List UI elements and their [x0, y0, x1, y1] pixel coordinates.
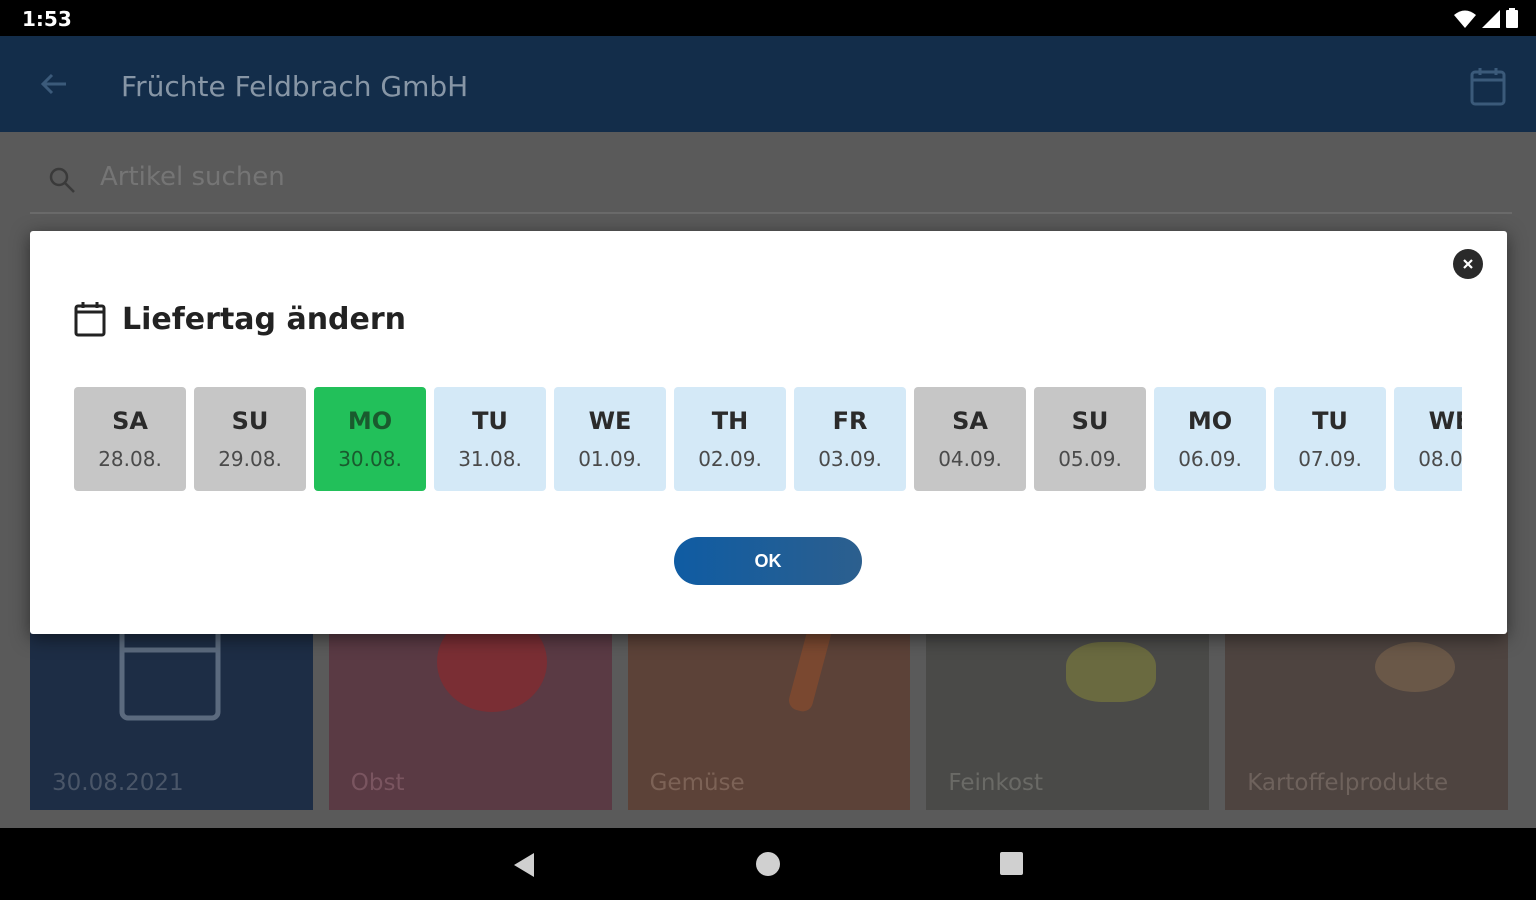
status-bar: 1:53 [0, 0, 1536, 36]
nav-home-icon[interactable] [756, 852, 780, 876]
day-weekday: SA [952, 407, 988, 435]
day-date: 31.08. [458, 447, 522, 471]
day-weekday: TH [711, 407, 749, 435]
delivery-day-dialog: Liefertag ändern SA 28.08. SU 29.08. MO 30.08… [30, 231, 1507, 634]
calendar-large-icon [119, 632, 221, 721]
day-date: 04.09. [938, 447, 1002, 471]
tile-date[interactable]: 30.08.2021 [30, 632, 313, 810]
battery-icon [1506, 8, 1518, 28]
tile-feinkost[interactable]: Feinkost [926, 632, 1210, 810]
day-weekday: WE [1428, 407, 1462, 435]
day-date: 06.09. [1178, 447, 1242, 471]
status-time: 1:53 [22, 7, 72, 31]
day-date: 01.09. [578, 447, 642, 471]
tile-obst[interactable]: Obst [328, 632, 612, 810]
signal-icon [1482, 10, 1500, 28]
day-tile[interactable]: WE 08.09. [1394, 387, 1462, 491]
day-date: 29.08. [218, 447, 282, 471]
dialog-header: Liefertag ändern [74, 301, 406, 337]
day-tile[interactable]: MO 30.08. [314, 387, 426, 491]
day-date: 07.09. [1298, 447, 1362, 471]
day-tile[interactable]: SU 05.09. [1034, 387, 1146, 491]
screen: 1:53 Früchte Feldbrach GmbH Artikel such… [0, 0, 1536, 900]
system-nav-bar [0, 828, 1536, 900]
app-title: Früchte Feldbrach GmbH [121, 70, 469, 103]
day-tile[interactable]: TH 02.09. [674, 387, 786, 491]
search-icon [49, 167, 75, 193]
day-weekday: WE [588, 407, 632, 435]
tile-label: 30.08.2021 [52, 770, 184, 796]
tile-label: Obst [350, 770, 405, 796]
status-icons [1454, 8, 1518, 28]
calendar-icon [74, 302, 106, 337]
close-button[interactable] [1453, 249, 1483, 279]
day-weekday: MO [1187, 407, 1233, 435]
day-tile[interactable]: WE 01.09. [554, 387, 666, 491]
tile-kartoffelprodukte[interactable]: Kartoffelprodukte [1225, 632, 1508, 810]
day-date: 28.08. [98, 447, 162, 471]
tile-label: Feinkost [948, 770, 1044, 796]
day-tile[interactable]: SA 04.09. [914, 387, 1026, 491]
day-tile[interactable]: SU 29.08. [194, 387, 306, 491]
back-arrow-icon[interactable] [38, 68, 70, 100]
day-weekday: TU [1312, 407, 1348, 435]
deli-image [1066, 642, 1157, 702]
day-date: 05.09. [1058, 447, 1122, 471]
app-bar: Früchte Feldbrach GmbH [0, 36, 1536, 132]
fruit-image [436, 632, 547, 712]
calendar-icon[interactable] [1470, 66, 1506, 106]
nav-recents-icon[interactable] [1000, 852, 1023, 875]
potato-image [1375, 642, 1456, 692]
search-input[interactable] [100, 162, 700, 192]
day-weekday: FR [832, 407, 868, 435]
day-strip: SA 28.08. SU 29.08. MO 30.08. TU 31.08. WE 01.09.… [74, 387, 1462, 491]
day-tile[interactable]: FR 03.09. [794, 387, 906, 491]
category-tiles: 30.08.2021 Obst Gemüse Feinkost Kartoffe… [30, 632, 1508, 810]
day-date: 02.09. [698, 447, 762, 471]
day-date: 08.09. [1418, 447, 1462, 471]
day-tile[interactable]: TU 07.09. [1274, 387, 1386, 491]
day-date: 30.08. [338, 447, 402, 471]
ok-button[interactable]: OK [674, 537, 862, 585]
tile-label: Kartoffelprodukte [1247, 770, 1449, 796]
day-weekday: MO [347, 407, 393, 435]
day-weekday: SU [1071, 407, 1109, 435]
wifi-icon [1454, 10, 1476, 28]
vegetable-image [786, 632, 833, 714]
day-date: 03.09. [818, 447, 882, 471]
day-tile[interactable]: TU 31.08. [434, 387, 546, 491]
nav-back-icon[interactable] [512, 852, 536, 878]
day-tile[interactable]: SA 28.08. [74, 387, 186, 491]
day-weekday: SA [112, 407, 148, 435]
dialog-title: Liefertag ändern [122, 301, 407, 337]
close-icon [1463, 259, 1473, 269]
tile-gemuese[interactable]: Gemüse [627, 632, 911, 810]
day-weekday: TU [472, 407, 508, 435]
day-selector[interactable]: SA 28.08. SU 29.08. MO 30.08. TU 31.08. WE 01.09.… [74, 387, 1462, 493]
search-bar[interactable] [30, 156, 1512, 214]
day-weekday: SU [231, 407, 269, 435]
tile-label: Gemüse [649, 770, 745, 796]
day-tile[interactable]: MO 06.09. [1154, 387, 1266, 491]
